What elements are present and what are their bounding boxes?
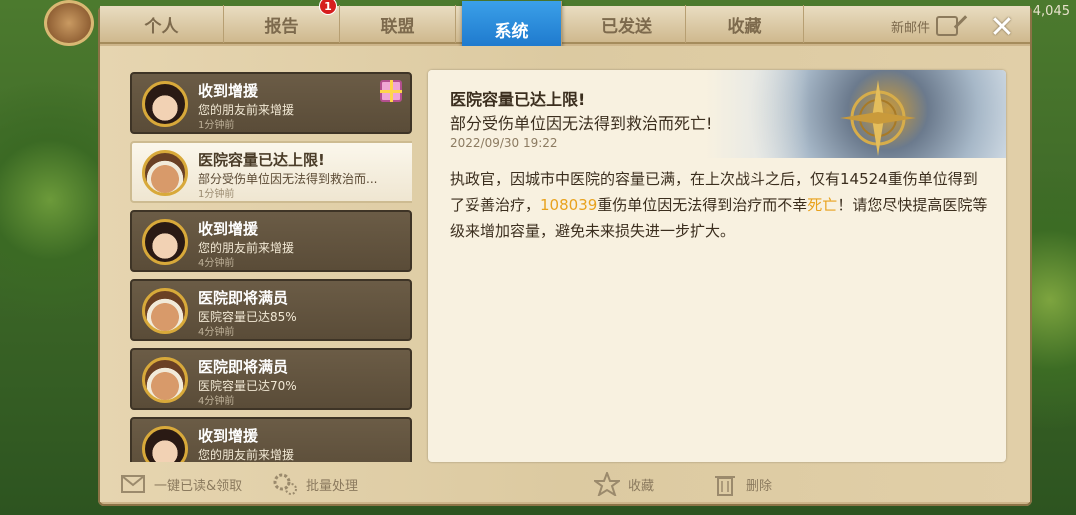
tab-sent[interactable]: 已发送 [568, 5, 686, 43]
mail-title: 医院即将满员 [198, 358, 289, 376]
mail-title: 医院容量已达上限! [198, 151, 325, 169]
player-avatar[interactable] [44, 0, 94, 46]
detail-title: 医院容量已达上限! [450, 90, 586, 109]
mail-list-item[interactable]: 医院即将满员 医院容量已达85% 4分钟前 [130, 279, 412, 341]
mail-list-item[interactable]: 医院即将满员 医院容量已达70% 4分钟前 [130, 348, 412, 410]
detail-subtitle: 部分受伤单位因无法得到救治而死亡! [450, 114, 713, 133]
trash-icon [715, 476, 735, 496]
mail-time: 4分钟前 [198, 258, 235, 269]
mail-time: 4分钟前 [198, 327, 235, 338]
tab-reports[interactable]: 报告 1 [224, 0, 340, 43]
close-button[interactable]: ✕ [984, 10, 1020, 45]
compass-icon [840, 80, 916, 156]
mail-title: 医院即将满员 [198, 289, 289, 307]
mail-list-item[interactable]: 收到增援 您的朋友前来增援 1分钟前 [130, 72, 412, 134]
gear-icon [273, 473, 297, 495]
sender-avatar [142, 426, 188, 462]
batch-process-button[interactable]: 批量处理 [272, 472, 358, 496]
mail-title: 收到增援 [198, 427, 259, 445]
sender-avatar [142, 219, 188, 265]
unread-badge: 1 [319, 0, 337, 15]
star-icon [594, 472, 620, 496]
envelope-icon [121, 475, 145, 493]
favorite-button[interactable]: 收藏 [594, 472, 654, 496]
read-all-label: 一键已读&领取 [154, 478, 243, 494]
sender-avatar [142, 288, 188, 334]
new-mail-label: 新邮件 [890, 20, 930, 36]
delete-label: 删除 [746, 478, 773, 494]
message-list[interactable]: 收到增援 您的朋友前来增援 1分钟前 医院容量已达上限! 部分受伤单位因无法得到救治而.… [130, 72, 412, 462]
detail-date: 2022/09/30 19:22 [450, 136, 558, 150]
mail-time: 1分钟前 [198, 120, 235, 131]
mail-list-item[interactable]: 医院容量已达上限! 部分受伤单位因无法得到救治而... 1分钟前 [130, 141, 412, 203]
mail-list-item[interactable]: 收到增援您的朋友前来增援 [130, 417, 412, 462]
mail-time: 4分钟前 [198, 396, 235, 407]
sender-avatar [142, 357, 188, 403]
bottom-bar: 一键已读&领取 批量处理 收藏 删除 [100, 464, 1030, 506]
batch-label: 批量处理 [306, 478, 359, 494]
mail-time: 1分钟前 [198, 189, 235, 200]
highlight-number: 108039 [540, 196, 598, 214]
sender-avatar [142, 81, 188, 127]
read-all-button[interactable]: 一键已读&领取 [120, 472, 242, 496]
message-detail: 医院容量已达上限! 部分受伤单位因无法得到救治而死亡! 2022/09/30 1… [428, 70, 1006, 462]
sender-avatar [142, 150, 188, 196]
mail-title: 收到增援 [198, 82, 259, 100]
detail-body: 执政官，因城市中医院的容量已满，在上次战斗之后，仅有14524重伤单位得到了妥善… [450, 170, 988, 240]
favorite-label: 收藏 [628, 478, 655, 494]
tab-personal[interactable]: 个人 [100, 5, 224, 43]
mail-title: 收到增援 [198, 220, 259, 238]
compose-icon [936, 16, 958, 36]
mail-list-item[interactable]: 收到增援 您的朋友前来增援 4分钟前 [130, 210, 412, 272]
highlight-death: 死亡 [807, 196, 838, 214]
tab-favorites[interactable]: 收藏 [686, 5, 804, 43]
gift-icon [380, 80, 402, 102]
new-mail-button[interactable]: 新邮件 [891, 16, 958, 36]
tab-alliance[interactable]: 联盟 [340, 5, 456, 43]
mail-tabs: 个人 报告 1 联盟 系统 已发送 收藏 新邮件 ✕ [100, 0, 1030, 57]
delete-button[interactable]: 删除 [712, 472, 772, 496]
resource-counter: 4,045 [1032, 4, 1070, 19]
mail-preview: 您的朋友前来增援 [198, 448, 295, 462]
